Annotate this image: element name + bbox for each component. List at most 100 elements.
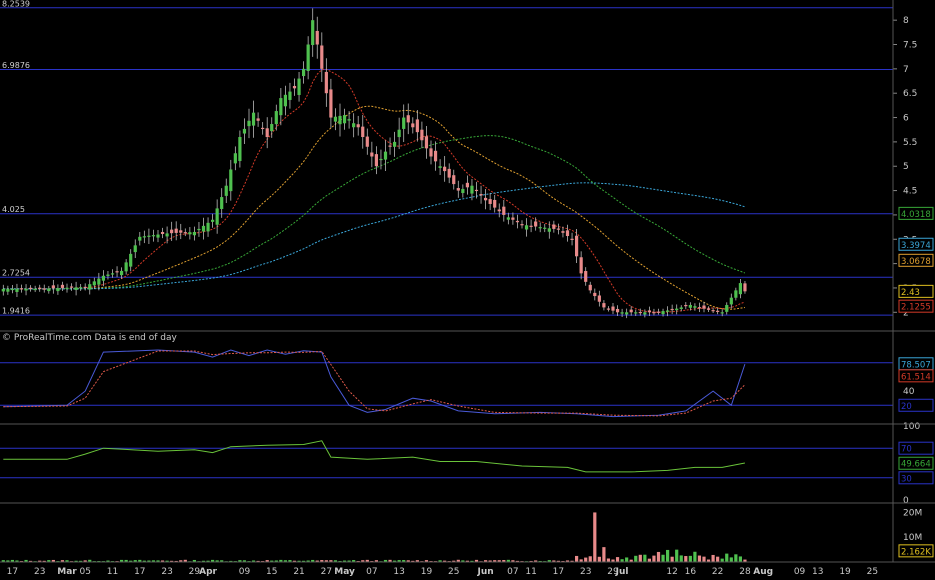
candle-body bbox=[97, 278, 101, 285]
candle-body bbox=[565, 230, 570, 237]
candle-body bbox=[520, 224, 524, 226]
candle-body bbox=[611, 306, 615, 311]
candle-body bbox=[484, 197, 488, 201]
price-tag-label: 2.1255 bbox=[901, 303, 931, 313]
candle-body bbox=[729, 297, 733, 305]
candle-body bbox=[342, 115, 347, 124]
candle-body bbox=[329, 89, 333, 118]
time-tick-label: 19 bbox=[839, 567, 851, 577]
candle-body bbox=[15, 288, 19, 292]
candle-body bbox=[170, 229, 174, 234]
candle-body bbox=[306, 44, 310, 71]
rsi-tag-label: 49.664 bbox=[901, 460, 931, 470]
candle-body bbox=[479, 194, 483, 196]
candle-body bbox=[711, 310, 715, 312]
candle-body bbox=[183, 232, 187, 234]
volume-bar bbox=[684, 556, 688, 562]
volume-bar bbox=[725, 553, 729, 562]
candle-body bbox=[670, 308, 674, 311]
candle-body bbox=[702, 305, 706, 309]
candle-body bbox=[570, 238, 574, 240]
volume-bar bbox=[666, 549, 670, 562]
candle-body bbox=[156, 234, 160, 238]
candle-body bbox=[79, 287, 83, 289]
candle-body bbox=[233, 153, 237, 164]
candle-body bbox=[666, 310, 670, 312]
candle-body bbox=[147, 235, 151, 237]
time-tick-label: 11 bbox=[107, 567, 118, 577]
volume-bar bbox=[693, 551, 697, 562]
candle-body bbox=[160, 231, 165, 234]
chart-background bbox=[0, 0, 935, 580]
candle-body bbox=[438, 166, 442, 168]
candle-body bbox=[456, 188, 460, 191]
time-tick-label: 25 bbox=[867, 567, 878, 577]
candle-body bbox=[142, 236, 146, 238]
time-tick-label: 23 bbox=[34, 567, 45, 577]
candle-body bbox=[597, 295, 601, 302]
volume-bar bbox=[643, 554, 647, 562]
candle-body bbox=[374, 154, 378, 167]
candle-body bbox=[361, 126, 365, 138]
candle-body bbox=[688, 304, 692, 308]
candle-body bbox=[60, 284, 65, 288]
candle-body bbox=[347, 119, 351, 121]
time-tick-label: 09 bbox=[239, 567, 251, 577]
candle-body bbox=[101, 275, 105, 281]
candle-body bbox=[133, 245, 137, 253]
candle-body bbox=[297, 78, 301, 95]
time-tick-label: 05 bbox=[79, 567, 90, 577]
candle-body bbox=[706, 308, 711, 310]
price-level-label: 6.9876 bbox=[2, 61, 30, 70]
time-tick-label: 13 bbox=[812, 567, 823, 577]
candle-body bbox=[370, 152, 374, 157]
price-level-label: 4.025 bbox=[2, 205, 25, 214]
candle-body bbox=[493, 199, 497, 208]
candle-body bbox=[388, 145, 392, 147]
candle-body bbox=[315, 30, 319, 45]
candle-body bbox=[424, 136, 429, 149]
candle-body bbox=[188, 232, 192, 235]
candle-body bbox=[197, 228, 201, 231]
volume-bar bbox=[652, 555, 656, 562]
candle-body bbox=[220, 197, 224, 209]
candle-body bbox=[65, 287, 69, 289]
candle-body bbox=[106, 274, 110, 277]
candle-body bbox=[356, 124, 360, 128]
candle-body bbox=[51, 285, 55, 289]
candle-body bbox=[174, 228, 178, 233]
candle-body bbox=[265, 128, 269, 138]
candle-body bbox=[593, 292, 597, 297]
candle-body bbox=[447, 168, 451, 178]
candle-body bbox=[561, 231, 565, 233]
time-tick-label: Aug bbox=[753, 567, 773, 577]
volume-bar bbox=[670, 556, 674, 562]
candle-body bbox=[224, 185, 228, 196]
candle-body bbox=[556, 228, 560, 230]
candle-body bbox=[33, 288, 37, 291]
volume-bar bbox=[688, 555, 692, 562]
stock-chart: 8.25396.98764.0252.72541.9416 22.533.544… bbox=[0, 0, 935, 580]
price-tick-label: 5.5 bbox=[903, 138, 917, 148]
volume-bar bbox=[634, 555, 638, 562]
candle-body bbox=[547, 228, 551, 232]
candle-body bbox=[411, 123, 415, 128]
candle-body bbox=[110, 273, 115, 275]
time-tick-label: 17 bbox=[134, 567, 145, 577]
candle-body bbox=[74, 287, 78, 290]
candle-body bbox=[465, 182, 469, 188]
candle-body bbox=[693, 306, 697, 308]
price-level-label: 1.9416 bbox=[2, 307, 30, 316]
time-tick-label: 23 bbox=[161, 567, 172, 577]
candle-body bbox=[697, 307, 702, 309]
candle-body bbox=[320, 45, 324, 69]
time-tick-label: 11 bbox=[525, 567, 536, 577]
candle-body bbox=[247, 120, 251, 127]
candle-body bbox=[38, 287, 42, 289]
candle-body bbox=[584, 271, 588, 282]
volume-bar bbox=[597, 556, 601, 562]
volume-bar bbox=[625, 557, 629, 562]
candle-body bbox=[338, 115, 342, 125]
candle-body bbox=[129, 253, 133, 267]
price-tick-label: 4.5 bbox=[903, 187, 917, 197]
